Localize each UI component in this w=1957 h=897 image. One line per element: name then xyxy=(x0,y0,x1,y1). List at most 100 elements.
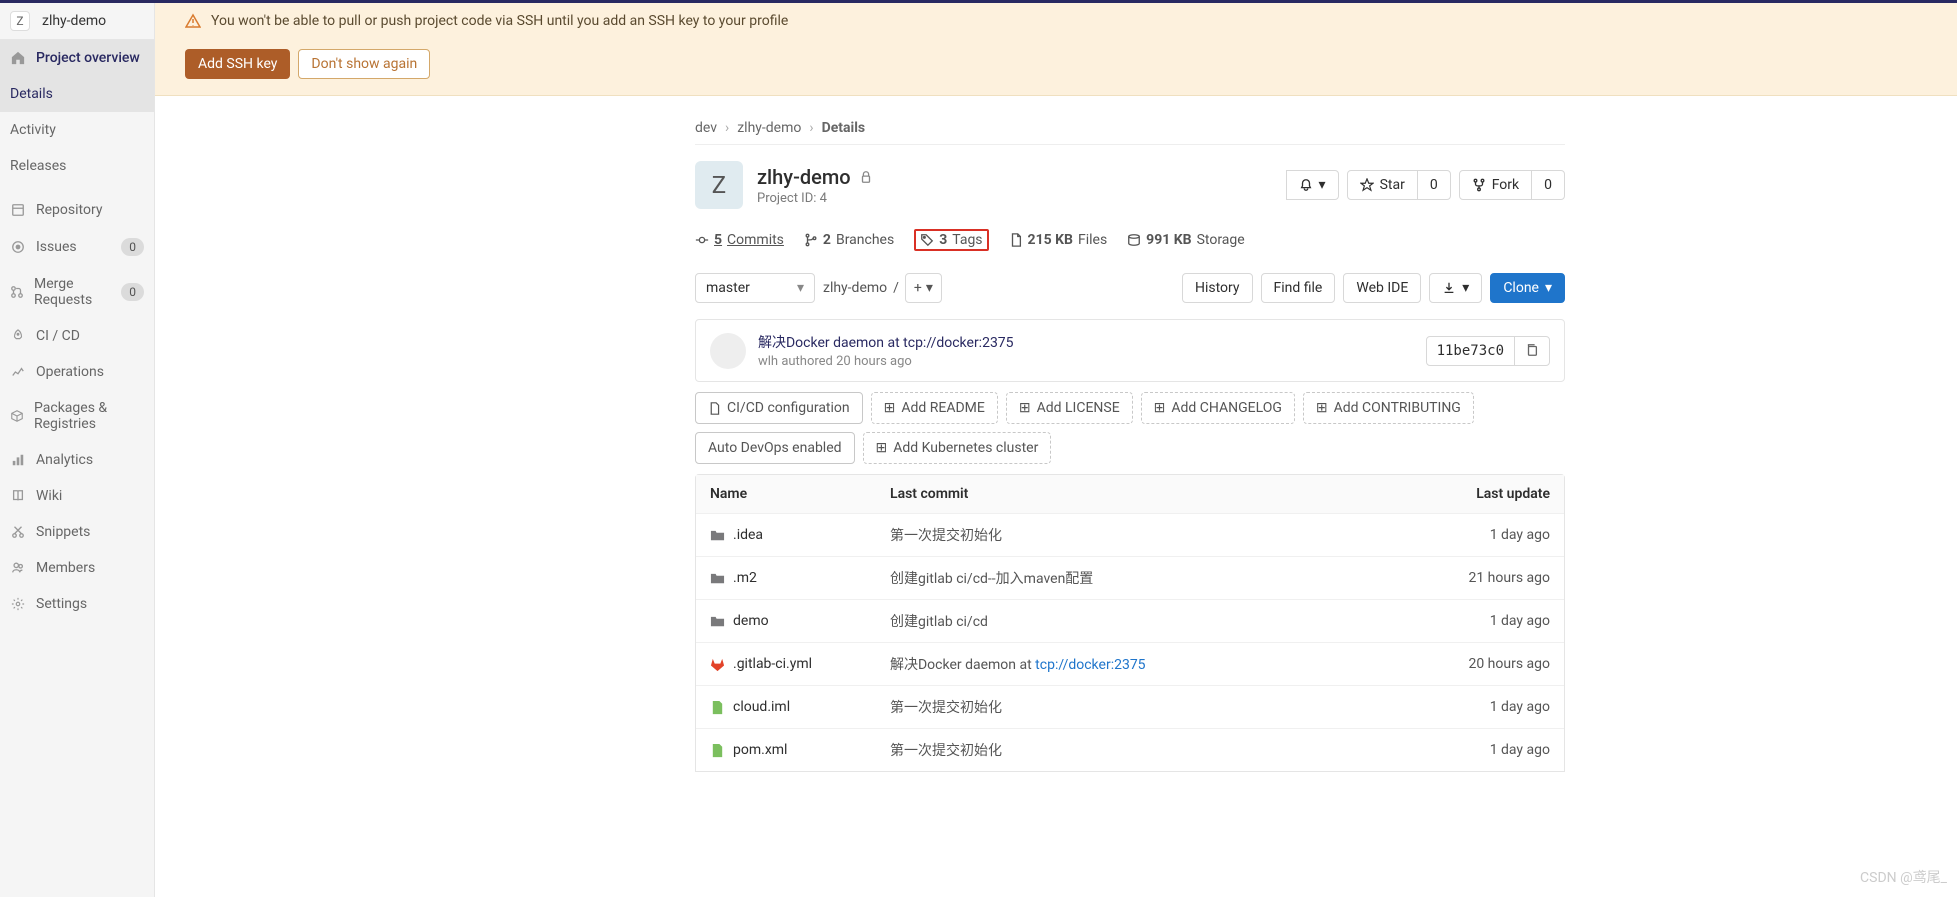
sidebar-operations[interactable]: Operations xyxy=(0,354,154,390)
commit-author: wlh authored xyxy=(758,354,833,369)
sidebar-project-header[interactable]: Z zlhy-demo xyxy=(0,3,154,40)
sidebar-packages[interactable]: Packages & Registries xyxy=(0,390,154,442)
notification-button[interactable]: ▾ xyxy=(1286,170,1339,200)
sidebar-issues[interactable]: Issues 0 xyxy=(0,228,154,266)
lock-icon xyxy=(859,170,873,184)
stat-branches[interactable]: 2 Branches xyxy=(804,232,894,248)
commit-link[interactable]: tcp://docker:2375 xyxy=(1035,657,1145,673)
table-row[interactable]: .gitlab-ci.yml 解决Docker daemon at tcp://d… xyxy=(696,643,1564,686)
sidebar-settings[interactable]: Settings xyxy=(0,586,154,622)
file-last-commit[interactable]: 创建gitlab ci/cd xyxy=(890,611,1410,631)
clone-button[interactable]: Clone ▾ xyxy=(1490,273,1565,303)
stat-commits[interactable]: 5 Commits xyxy=(695,232,784,248)
breadcrumb: dev › zlhy-demo › Details xyxy=(695,112,1565,145)
sidebar-repository[interactable]: Repository xyxy=(0,192,154,228)
dismiss-alert-button[interactable]: Don't show again xyxy=(298,49,430,79)
stat-tags[interactable]: 3 Tags xyxy=(914,229,988,251)
sidebar-snippets[interactable]: Snippets xyxy=(0,514,154,550)
file-last-commit[interactable]: 第一次提交初始化 xyxy=(890,525,1410,545)
file-last-commit[interactable]: 创建gitlab ci/cd--加入maven配置 xyxy=(890,568,1410,588)
fork-button[interactable]: Fork xyxy=(1459,170,1532,200)
plus-icon: + xyxy=(914,280,922,296)
sidebar-sub-activity[interactable]: Activity xyxy=(0,112,154,148)
sidebar: Z zlhy-demo Project overview Details Act… xyxy=(0,3,155,897)
branch-icon xyxy=(804,233,818,247)
fork-count[interactable]: 0 xyxy=(1531,170,1565,200)
stat-files[interactable]: 215 KB Files xyxy=(1009,232,1108,248)
merge-icon xyxy=(10,285,24,299)
qa-add-changelog[interactable]: ⊞Add CHANGELOG xyxy=(1141,392,1295,424)
qa-add-license[interactable]: ⊞Add LICENSE xyxy=(1006,392,1133,424)
star-button[interactable]: Star xyxy=(1347,170,1418,200)
gitlab-icon xyxy=(710,657,725,672)
issues-count-badge: 0 xyxy=(121,238,144,256)
commit-author-avatar[interactable] xyxy=(710,333,746,369)
col-name: Name xyxy=(710,486,890,502)
table-header: Name Last commit Last update xyxy=(696,475,1564,514)
table-row[interactable]: demo创建gitlab ci/cd1 day ago xyxy=(696,600,1564,643)
qa-cicd-config[interactable]: CI/CD configuration xyxy=(695,392,863,424)
breadcrumb-project[interactable]: zlhy-demo xyxy=(737,120,801,136)
table-row[interactable]: cloud.iml第一次提交初始化1 day ago xyxy=(696,686,1564,729)
sidebar-sub-releases[interactable]: Releases xyxy=(0,148,154,184)
file-name[interactable]: cloud.iml xyxy=(733,699,790,715)
add-to-tree-button[interactable]: +▾ xyxy=(905,273,942,303)
table-row[interactable]: pom.xml第一次提交初始化1 day ago xyxy=(696,729,1564,771)
sidebar-merge-requests[interactable]: Merge Requests 0 xyxy=(0,266,154,318)
commit-message[interactable]: 解决Docker daemon at tcp://docker:2375 xyxy=(758,332,1014,352)
file-icon xyxy=(1009,233,1023,247)
qa-auto-devops[interactable]: Auto DevOps enabled xyxy=(695,432,855,464)
sidebar-members[interactable]: Members xyxy=(0,550,154,586)
star-count[interactable]: 0 xyxy=(1417,170,1451,200)
merge-count-badge: 0 xyxy=(121,283,144,301)
gear-icon xyxy=(10,597,26,611)
file-last-commit[interactable]: 第一次提交初始化 xyxy=(890,697,1410,717)
breadcrumb-group[interactable]: dev xyxy=(695,120,717,136)
web-ide-button[interactable]: Web IDE xyxy=(1343,273,1421,303)
history-button[interactable]: History xyxy=(1182,273,1253,303)
file-name[interactable]: pom.xml xyxy=(733,742,787,758)
sidebar-cicd[interactable]: CI / CD xyxy=(0,318,154,354)
sidebar-analytics[interactable]: Analytics xyxy=(0,442,154,478)
file-name[interactable]: .idea xyxy=(733,527,763,543)
sidebar-item-label: Analytics xyxy=(36,452,93,468)
branch-dropdown[interactable]: master ▾ xyxy=(695,273,815,303)
file-name[interactable]: demo xyxy=(733,613,769,629)
file-last-commit[interactable]: 第一次提交初始化 xyxy=(890,740,1410,760)
chevron-down-icon: ▾ xyxy=(1462,280,1469,296)
commit-time: 20 hours ago xyxy=(836,354,912,369)
commit-sha[interactable]: 11be73c0 xyxy=(1427,337,1515,365)
stat-storage[interactable]: 991 KB Storage xyxy=(1127,232,1245,248)
qa-add-contributing[interactable]: ⊞Add CONTRIBUTING xyxy=(1303,392,1474,424)
copy-sha-button[interactable] xyxy=(1515,337,1549,365)
breadcrumb-current: Details xyxy=(822,120,866,136)
download-button[interactable]: ▾ xyxy=(1429,273,1482,303)
qa-add-k8s[interactable]: ⊞Add Kubernetes cluster xyxy=(863,432,1052,464)
table-row[interactable]: .m2创建gitlab ci/cd--加入maven配置21 hours ago xyxy=(696,557,1564,600)
table-row[interactable]: .idea第一次提交初始化1 day ago xyxy=(696,514,1564,557)
folder-icon xyxy=(710,571,725,586)
path-separator: / xyxy=(893,280,899,296)
plus-icon: ⊞ xyxy=(1019,400,1031,416)
find-file-button[interactable]: Find file xyxy=(1261,273,1336,303)
star-icon xyxy=(1360,178,1374,192)
star-label: Star xyxy=(1380,177,1405,193)
sidebar-item-label: Wiki xyxy=(36,488,62,504)
file-name[interactable]: .m2 xyxy=(733,570,757,586)
sidebar-item-label: Packages & Registries xyxy=(34,400,144,432)
file-name[interactable]: .gitlab-ci.yml xyxy=(733,656,812,672)
project-name-text: zlhy-demo xyxy=(757,165,851,189)
sidebar-wiki[interactable]: Wiki xyxy=(0,478,154,514)
add-ssh-key-button[interactable]: Add SSH key xyxy=(185,49,290,79)
fork-label: Fork xyxy=(1492,177,1519,193)
sidebar-project-overview[interactable]: Project overview xyxy=(0,40,154,76)
folder-icon xyxy=(710,614,725,629)
qa-add-readme[interactable]: ⊞Add README xyxy=(871,392,998,424)
sidebar-item-label: CI / CD xyxy=(36,328,80,344)
sidebar-sub-details[interactable]: Details xyxy=(0,76,154,112)
path-root[interactable]: zlhy-demo xyxy=(823,280,887,296)
file-last-update: 20 hours ago xyxy=(1410,656,1550,672)
home-icon xyxy=(10,51,26,65)
file-last-commit[interactable]: 解决Docker daemon at tcp://docker:2375 xyxy=(890,654,1410,674)
sidebar-item-label: Operations xyxy=(36,364,104,380)
